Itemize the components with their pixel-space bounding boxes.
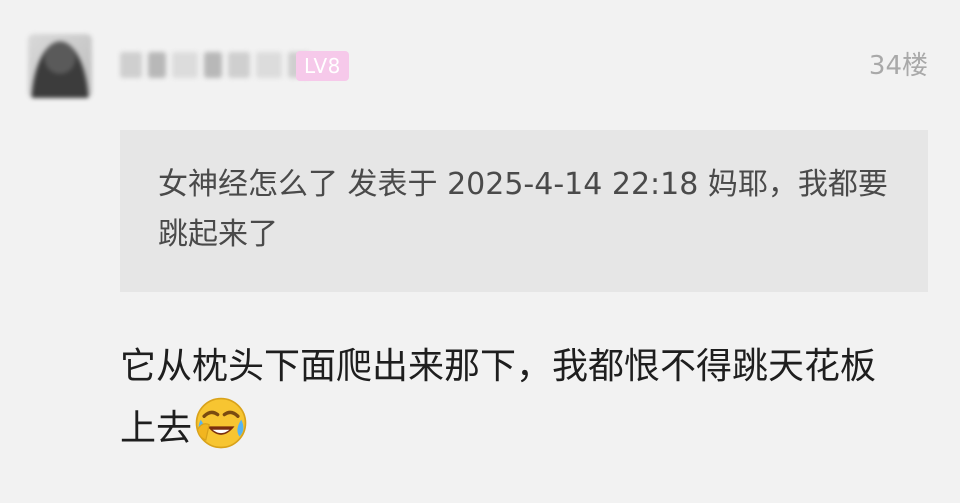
quoted-reply-text: 女神经怎么了 发表于 2025-4-14 22:18 妈耶，我都要跳起来了 <box>158 167 888 252</box>
quoted-reply: 女神经怎么了 发表于 2025-4-14 22:18 妈耶，我都要跳起来了 <box>120 130 928 292</box>
laughing-tears-emoji-icon <box>195 397 247 449</box>
avatar[interactable] <box>28 34 92 98</box>
post-content: 它从枕头下面爬出来那下，我都恨不得跳天花板上去 <box>120 338 880 458</box>
level-badge: LV8 <box>296 51 349 81</box>
floor-number: 34楼 <box>868 51 928 81</box>
username-blurred[interactable] <box>120 48 310 82</box>
forum-post: LV8 34楼 女神经怎么了 发表于 2025-4-14 22:18 妈耶，我都… <box>0 0 960 503</box>
